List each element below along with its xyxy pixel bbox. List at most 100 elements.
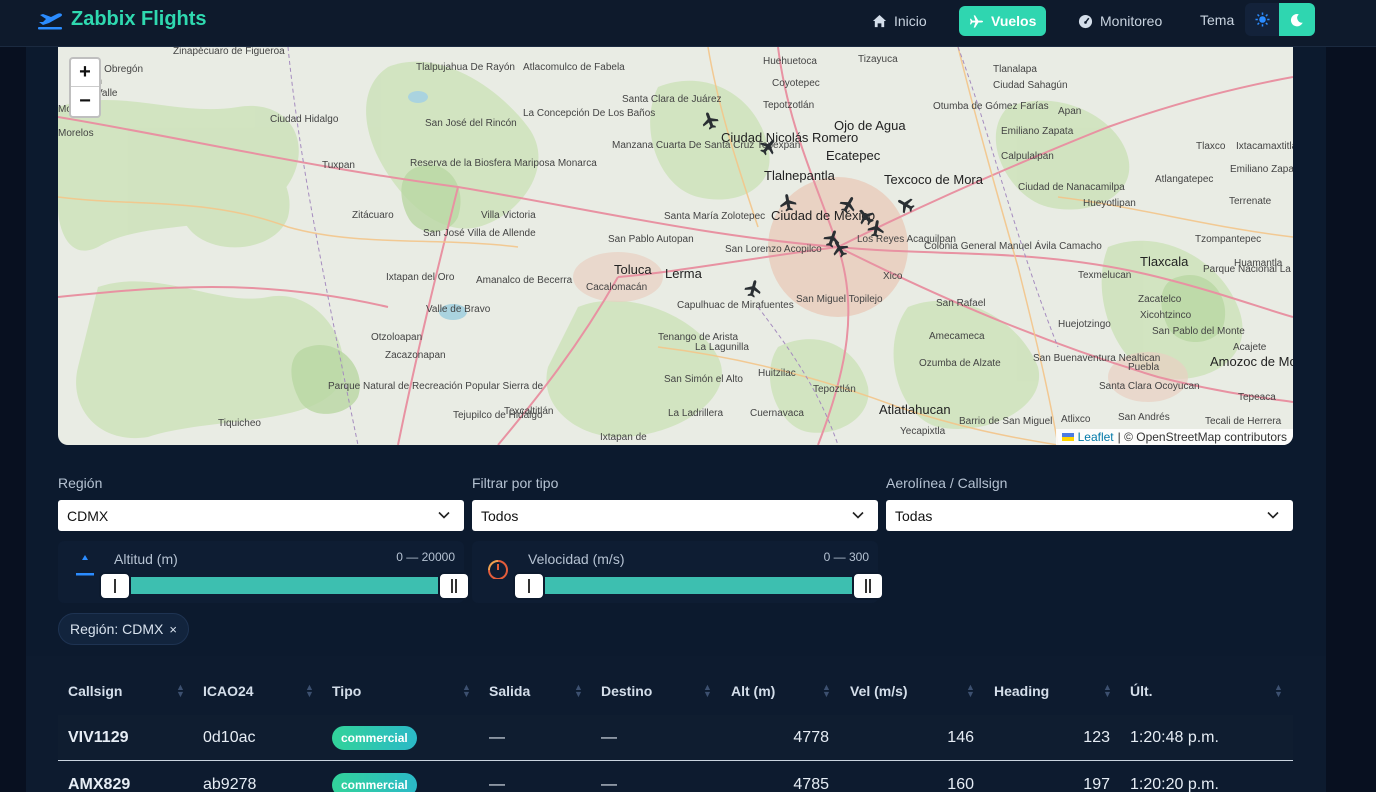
- map-place-label: Lerma: [665, 266, 702, 281]
- flight-marker-plane-icon[interactable]: [776, 191, 799, 214]
- speed-max-handle[interactable]: [852, 572, 884, 600]
- cell-vel: 146: [947, 729, 974, 746]
- moon-icon: [1290, 13, 1303, 26]
- sort-icon[interactable]: ▲ ▼: [1274, 683, 1283, 699]
- map-place-label: San Pablo del Monte: [1152, 326, 1245, 337]
- cell-icao24: ab9278: [203, 776, 257, 792]
- col-salida[interactable]: Salida: [489, 683, 530, 699]
- chip-remove-icon[interactable]: ×: [169, 622, 177, 637]
- map-place-label: Tuxpan: [322, 160, 355, 171]
- col-icao24[interactable]: ICAO24: [203, 683, 254, 699]
- map-place-label: Ciudad Sahagún: [993, 80, 1068, 91]
- nav-vuelos-label: Vuelos: [991, 13, 1037, 29]
- nav-monitoreo[interactable]: Monitoreo: [1068, 6, 1172, 36]
- region-select-value: CDMX: [67, 507, 109, 524]
- col-tipo[interactable]: Tipo: [332, 683, 361, 699]
- map-place-label: Amanalco de Becerra: [476, 275, 573, 286]
- sort-icon[interactable]: ▲ ▼: [1103, 683, 1112, 699]
- type-select[interactable]: Todos: [472, 500, 878, 531]
- sort-icon[interactable]: ▲ ▼: [305, 683, 314, 699]
- map-place-label: Zacazonapan: [385, 350, 446, 361]
- map-place-label: San Rafael: [936, 298, 986, 309]
- col-ult[interactable]: Últ.: [1130, 683, 1153, 699]
- chevron-down-icon: [438, 511, 450, 519]
- zoom-out-button[interactable]: −: [71, 87, 99, 115]
- map-place-label: Amozoc de Mota: [1210, 354, 1293, 369]
- cell-alt: 4778: [793, 729, 829, 746]
- map-place-label: Hueyotlipan: [1083, 198, 1136, 209]
- speed-range: Velocidad (m/s) 0 — 300: [472, 541, 884, 603]
- speed-range-value: 0 — 300: [823, 550, 869, 564]
- leaflet-link[interactable]: Leaflet: [1078, 430, 1114, 444]
- region-select[interactable]: CDMX: [58, 500, 464, 531]
- active-filter-chip[interactable]: Región: CDMX ×: [58, 613, 189, 645]
- map-place-label: Yecapixtla: [900, 426, 946, 437]
- nav-vuelos[interactable]: Vuelos: [959, 6, 1047, 36]
- map-place-label: Acajete: [1233, 342, 1267, 353]
- cell-callsign: VIV1129: [68, 729, 129, 746]
- map-place-label: Atlixco: [1061, 414, 1091, 425]
- map-place-label: Tiquicheo: [218, 418, 261, 429]
- map-place-label: Xicohtzinco: [1140, 310, 1192, 321]
- theme-label: Tema: [1200, 12, 1235, 28]
- sort-icon[interactable]: ▲ ▼: [822, 683, 831, 699]
- col-vel[interactable]: Vel (m/s): [850, 683, 908, 699]
- map-place-label: Tlanalapa: [993, 64, 1037, 75]
- sort-icon[interactable]: ▲ ▼: [462, 683, 471, 699]
- col-alt[interactable]: Alt (m): [731, 683, 775, 699]
- map-place-label: Tlalnepantla: [764, 168, 835, 183]
- flight-marker-plane-icon[interactable]: [864, 217, 887, 240]
- map-place-label: La Lagunilla: [695, 342, 749, 353]
- map-place-label: Apan: [1058, 106, 1082, 117]
- zoom-in-button[interactable]: +: [71, 59, 99, 87]
- chevron-down-icon: [1267, 511, 1279, 519]
- map-place-label: Ixtapan del Oro: [386, 272, 455, 283]
- map-place-label: Reserva de la Biosfera Mariposa Monarca: [410, 158, 597, 169]
- map-place-label: Texcaltitlán: [504, 406, 554, 417]
- theme-dark-button[interactable]: [1279, 3, 1315, 36]
- sort-icon[interactable]: ▲ ▼: [574, 683, 583, 699]
- col-destino[interactable]: Destino: [601, 683, 652, 699]
- cell-heading: 123: [1083, 729, 1110, 746]
- chip-label: Región: CDMX: [70, 621, 164, 637]
- type-badge: commercial: [332, 726, 417, 750]
- chevron-down-icon: [852, 511, 864, 519]
- map-place-label: Texmelucan: [1078, 270, 1132, 281]
- map-place-label: Atlatlahucan: [879, 402, 951, 417]
- map-place-label: Ixtacamaxtitlán: [1236, 141, 1293, 152]
- map-place-label: San Lorenzo Acopilco: [725, 244, 822, 255]
- flight-map[interactable]: Álvaro ObregónMisiónValleMoreliaMorelosZ…: [58, 47, 1293, 445]
- theme-light-button[interactable]: [1245, 3, 1279, 36]
- sort-icon[interactable]: ▲ ▼: [966, 683, 975, 699]
- theme-toggle: [1245, 3, 1315, 36]
- altitude-track[interactable]: [115, 577, 455, 594]
- col-heading[interactable]: Heading: [994, 683, 1049, 699]
- map-place-label: Amecameca: [929, 331, 985, 342]
- map-place-label: San Miguel Topilejo: [796, 294, 883, 305]
- sort-icon[interactable]: ▲ ▼: [176, 683, 185, 699]
- airline-select[interactable]: Todas: [886, 500, 1293, 531]
- map-place-label: Coyotepec: [772, 78, 820, 89]
- map-place-label: Ixtapan de: [600, 432, 647, 443]
- map-place-label: Tlalpujahua De Rayón: [416, 62, 515, 73]
- map-place-label: San Simón el Alto: [664, 374, 743, 385]
- sort-icon[interactable]: ▲ ▼: [703, 683, 712, 699]
- speed-min-handle[interactable]: [513, 572, 545, 600]
- airline-select-value: Todas: [895, 507, 933, 524]
- altitude-range-value: 0 — 20000: [396, 550, 455, 564]
- brand[interactable]: Zabbix Flights: [37, 8, 207, 31]
- zoom-control: + −: [69, 57, 101, 118]
- map-place-label: Santa María Zolotepec: [664, 211, 766, 222]
- nav-inicio[interactable]: Inicio: [862, 6, 937, 36]
- col-callsign[interactable]: Callsign: [68, 683, 122, 699]
- map-place-label: Atlangatepec: [1155, 174, 1214, 185]
- table-row[interactable]: VIV1129 0d10ac commercial — — 4778 146 1…: [58, 715, 1293, 761]
- altitude-range: Altitud (m) 0 — 20000: [58, 541, 470, 603]
- table-row[interactable]: AMX829 ab9278 commercial — — 4785 160 19…: [58, 761, 1293, 792]
- altitude-max-handle[interactable]: [438, 572, 470, 600]
- altitude-min-handle[interactable]: [99, 572, 131, 600]
- map-place-label: Zitácuaro: [352, 210, 394, 221]
- speed-track[interactable]: [529, 577, 869, 594]
- map-place-label: Otzoloapan: [371, 332, 423, 343]
- nav-inicio-label: Inicio: [894, 13, 927, 29]
